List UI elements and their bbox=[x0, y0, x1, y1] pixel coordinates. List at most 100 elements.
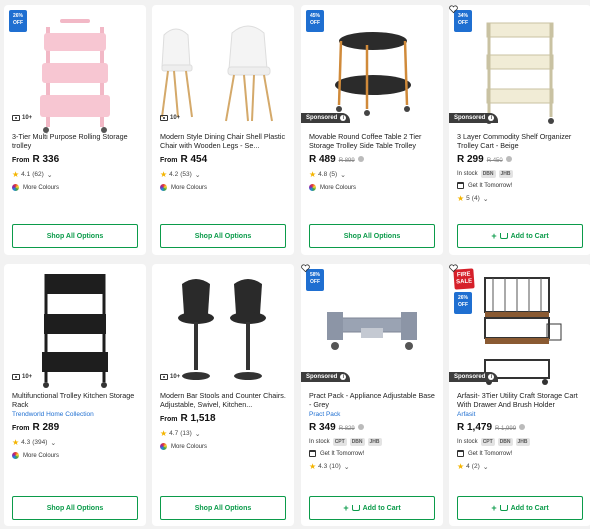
product-card[interactable]: 10+ Modern Bar Stools and Counter Chairs… bbox=[152, 264, 294, 526]
brand-link[interactable]: Pract Pack bbox=[309, 411, 435, 418]
product-rating[interactable]: ★ 4.3 (394) ⌄ bbox=[12, 438, 138, 447]
calendar-icon bbox=[457, 450, 464, 457]
product-card[interactable]: FIRE SALE 26% OFF Sponsored i Arfasit- 3T… bbox=[449, 264, 590, 526]
info-icon bbox=[357, 424, 364, 430]
sponsored-label[interactable]: Sponsored i bbox=[301, 372, 351, 382]
product-rating[interactable]: ★ 5 (4) ⌄ bbox=[457, 194, 583, 203]
product-card[interactable]: 45% OFF Sponsored i Movable Round Coffee … bbox=[301, 5, 443, 255]
product-card[interactable]: 10+ Multifunctional Trolley Kitchen Stor… bbox=[4, 264, 146, 526]
star-icon: ★ bbox=[160, 429, 168, 438]
product-rating[interactable]: ★ 4.8 (5) ⌄ bbox=[309, 170, 435, 179]
heart-icon[interactable] bbox=[449, 5, 458, 14]
was-price: R 450 bbox=[486, 158, 503, 164]
star-icon: ★ bbox=[309, 170, 317, 179]
sponsored-label[interactable]: Sponsored i bbox=[449, 372, 499, 382]
product-image[interactable]: 10+ bbox=[152, 5, 294, 123]
more-colours[interactable]: More Colours bbox=[160, 443, 286, 450]
sponsored-label[interactable]: Sponsored i bbox=[301, 113, 351, 123]
chevron-down-icon: ⌄ bbox=[482, 195, 489, 203]
camera-icon bbox=[160, 374, 168, 380]
add-to-cart-button[interactable]: + Add to Cart bbox=[457, 496, 583, 520]
discount-badge: 26% OFF bbox=[454, 292, 472, 314]
chevron-down-icon: ⌄ bbox=[46, 171, 53, 179]
discount-badge: 45% OFF bbox=[306, 10, 324, 32]
plus-icon: + bbox=[491, 231, 497, 241]
shop-all-options-button[interactable]: Shop All Options bbox=[12, 224, 138, 248]
product-rating[interactable]: ★ 4.3 (10) ⌄ bbox=[309, 462, 435, 471]
chevron-down-icon: ⌄ bbox=[50, 439, 57, 447]
shop-all-options-button[interactable]: Shop All Options bbox=[12, 496, 138, 520]
info-icon: i bbox=[488, 115, 495, 121]
brand-link[interactable]: Trendworld Home Collection bbox=[12, 411, 138, 418]
product-image[interactable]: 34% OFF Sponsored i bbox=[449, 5, 590, 124]
product-rating[interactable]: ★ 4.2 (53) ⌄ bbox=[160, 170, 286, 179]
colour-wheel-icon bbox=[160, 443, 167, 450]
heart-icon[interactable] bbox=[449, 264, 458, 273]
add-to-cart-button[interactable]: + Add to Cart bbox=[309, 496, 435, 520]
cart-icon bbox=[499, 233, 508, 239]
chevron-down-icon: ⌄ bbox=[340, 171, 347, 179]
stock-status: In stock DBN JHB bbox=[457, 170, 513, 178]
chevron-down-icon: ⌄ bbox=[482, 463, 489, 471]
add-to-cart-button[interactable]: + Add to Cart bbox=[457, 224, 583, 248]
more-colours[interactable]: More Colours bbox=[309, 184, 435, 191]
product-image[interactable]: 45% OFF Sponsored i bbox=[301, 5, 443, 123]
was-price: R 1,999 bbox=[495, 426, 517, 432]
shop-all-options-button[interactable]: Shop All Options bbox=[160, 224, 286, 248]
product-price: From R 454 bbox=[160, 154, 208, 165]
info-icon: i bbox=[340, 374, 347, 380]
info-icon bbox=[505, 156, 512, 162]
more-colours[interactable]: More Colours bbox=[160, 184, 286, 191]
product-rating[interactable]: ★ 4.7 (13) ⌄ bbox=[160, 429, 286, 438]
colour-wheel-icon bbox=[309, 184, 316, 191]
product-price: From R 1,518 bbox=[160, 413, 216, 424]
star-icon: ★ bbox=[457, 194, 465, 203]
calendar-icon bbox=[457, 182, 464, 189]
product-rating[interactable]: ★ 4 (2) ⌄ bbox=[457, 462, 583, 471]
info-icon bbox=[357, 156, 364, 162]
product-price: R 1,479 R 1,999 bbox=[457, 422, 583, 433]
more-colours[interactable]: More Colours bbox=[12, 184, 138, 191]
product-price: R 489 R 899 bbox=[309, 154, 435, 165]
product-image[interactable]: 58% OFF Sponsored i bbox=[301, 264, 443, 382]
chevron-down-icon: ⌄ bbox=[343, 463, 350, 471]
product-card[interactable]: 26% OFF 10+ 3-Tier Multi Purpose Rolling… bbox=[4, 5, 146, 255]
info-icon: i bbox=[340, 115, 347, 121]
delivery-info: Get It Tomorrow! bbox=[457, 182, 583, 189]
product-grid: 26% OFF 10+ 3-Tier Multi Purpose Rolling… bbox=[0, 0, 590, 529]
image-count: 10+ bbox=[160, 374, 180, 380]
was-price: R 899 bbox=[338, 158, 355, 164]
star-icon: ★ bbox=[12, 438, 20, 447]
product-image[interactable]: 10+ bbox=[152, 264, 294, 382]
chevron-down-icon: ⌄ bbox=[194, 430, 201, 438]
product-card[interactable]: 10+ Modern Style Dining Chair Shell Plas… bbox=[152, 5, 294, 255]
delivery-info: Get It Tomorrow! bbox=[309, 450, 435, 457]
shop-all-options-button[interactable]: Shop All Options bbox=[309, 224, 435, 248]
colour-wheel-icon bbox=[160, 184, 167, 191]
brand-link[interactable]: Arfasit bbox=[457, 411, 583, 418]
product-price: From R 289 bbox=[12, 422, 60, 433]
product-price: R 349 R 829 bbox=[309, 422, 435, 433]
calendar-icon bbox=[309, 450, 316, 457]
heart-icon[interactable] bbox=[301, 264, 310, 273]
camera-icon bbox=[12, 115, 20, 121]
product-image[interactable]: FIRE SALE 26% OFF Sponsored i bbox=[449, 264, 590, 385]
plus-icon: + bbox=[343, 503, 349, 513]
discount-badge: 26% OFF bbox=[9, 10, 27, 32]
sponsored-label[interactable]: Sponsored i bbox=[449, 113, 499, 123]
product-card[interactable]: 34% OFF Sponsored i 3 Layer Commodity She… bbox=[449, 5, 590, 255]
delivery-info: Get It Tomorrow! bbox=[457, 450, 583, 457]
shop-all-options-button[interactable]: Shop All Options bbox=[160, 496, 286, 520]
star-icon: ★ bbox=[12, 170, 20, 179]
more-colours[interactable]: More Colours bbox=[12, 452, 138, 459]
product-rating[interactable]: ★ 4.1 (62) ⌄ bbox=[12, 170, 138, 179]
product-card[interactable]: 58% OFF Sponsored i Pract Pack - Applianc… bbox=[301, 264, 443, 526]
colour-wheel-icon bbox=[12, 184, 19, 191]
plus-icon: + bbox=[491, 503, 497, 513]
product-price: R 299 R 450 bbox=[457, 154, 583, 165]
image-count: 10+ bbox=[12, 115, 32, 121]
stock-status: In stock CPT DBN JHB bbox=[309, 438, 382, 446]
star-icon: ★ bbox=[457, 462, 465, 471]
product-image[interactable]: 10+ bbox=[4, 264, 146, 388]
product-image[interactable]: 26% OFF 10+ bbox=[4, 5, 146, 133]
